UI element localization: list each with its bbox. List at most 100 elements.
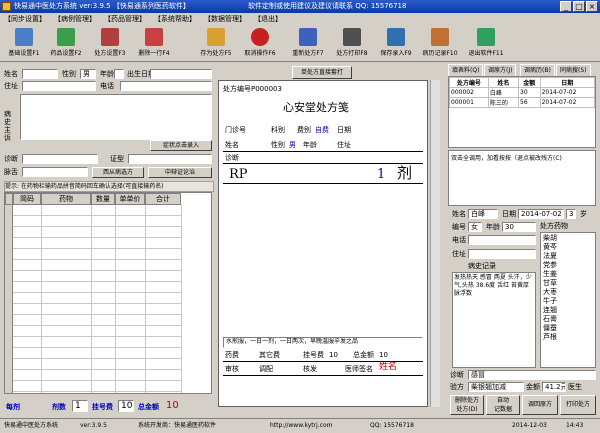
status-version: ver:3.9.5 — [80, 422, 107, 429]
print-rx-button[interactable]: 打印处方 — [560, 395, 596, 415]
right-phone-label: 电话 — [452, 236, 466, 244]
title-bar: 快易通中医处方系统 ver:3.9.5 【快易通系列医药软件】 软件定制或使用建… — [0, 0, 600, 13]
sex-select[interactable]: 男 — [80, 69, 96, 79]
tcm-diagnosis-button[interactable]: 中辩证论治 — [148, 167, 212, 178]
print-prescription-button[interactable]: 处方打印F8 — [332, 28, 372, 60]
delete-row-button[interactable]: 删除一行F4 — [134, 28, 174, 60]
right-age-unit: 岁 — [580, 210, 587, 218]
tab-cases[interactable]: 调病历(B) — [520, 64, 555, 76]
prescription-settings-button[interactable]: 处方设置F3 — [90, 28, 130, 60]
western-select-button[interactable]: 西从病选方 — [92, 167, 144, 178]
delete-prescription-button[interactable]: 删除处方 处方(D) — [450, 395, 484, 415]
grid-col-drug: 药物 — [41, 193, 91, 205]
address-input[interactable] — [22, 81, 96, 91]
right-phone-input[interactable] — [468, 235, 536, 245]
status-url[interactable]: http://www.kytrj.com — [270, 419, 332, 433]
birth-input[interactable] — [150, 69, 212, 79]
minimize-button[interactable]: _ — [560, 1, 572, 12]
reg-fee-input[interactable]: 10 — [118, 400, 134, 412]
app-icon — [2, 2, 11, 11]
rx-diagnosis: 诊断 — [225, 154, 239, 162]
grid-divider — [91, 205, 92, 393]
new-prescription-button[interactable]: 重新处方F7 — [288, 28, 328, 60]
direct-print-button[interactable]: 单处方直接套打 — [292, 66, 352, 79]
menu-cases[interactable]: 【病例管理】 — [54, 13, 96, 25]
age-input[interactable] — [114, 69, 124, 79]
grid-divider — [181, 205, 182, 393]
drug-grid[interactable]: 简码 药物 数量 单单价 合计 — [4, 192, 212, 394]
right-age-input2[interactable]: 30 — [502, 222, 536, 232]
rx-fee-type-value: 自费 — [315, 126, 329, 134]
hint-text: 提示: 在药物栏输药品拼音简码回车确认选择(可直接输药名) — [4, 181, 214, 192]
save-prescription-button[interactable]: 存为处方F5 — [196, 28, 236, 60]
herb-item: 大枣 — [543, 288, 557, 296]
name-label: 姓名 — [4, 70, 18, 78]
maximize-button[interactable]: □ — [573, 1, 585, 12]
exit-button[interactable]: 退出软件F11 — [466, 28, 506, 60]
callback-original-button[interactable]: 调回原方 — [522, 395, 558, 415]
right-age-input[interactable]: 3 — [566, 209, 576, 219]
col-amount: 金额 — [518, 77, 541, 88]
rx-reg-fee-value: 10 — [329, 351, 338, 359]
menu-exit[interactable]: 【退出】 — [254, 13, 282, 25]
menu-drugs[interactable]: 【药品管理】 — [104, 13, 146, 25]
grid-corner — [5, 193, 13, 205]
name-input[interactable] — [22, 69, 58, 79]
basic-settings-button[interactable]: 基础设置F1 — [4, 28, 44, 60]
rx-symbol: RP — [229, 167, 248, 182]
grid-rows[interactable] — [13, 205, 181, 393]
edit-icon — [299, 28, 317, 46]
phone-input[interactable] — [120, 81, 212, 91]
right-usage-label: 验方 — [450, 383, 464, 391]
table-row[interactable]: 000001 陈三的 56 2014-07-02 — [449, 97, 596, 108]
save-entry-button[interactable]: 保存录入F9 — [376, 28, 416, 60]
table-row[interactable]: 000002 白峰 30 2014-07-02 — [449, 87, 596, 98]
tab-fill[interactable]: 填表料(Q) — [448, 64, 484, 76]
rx-dept: 科别 — [271, 126, 285, 134]
status-qq: QQ: 15576718 — [370, 422, 414, 429]
grid-divider — [115, 205, 116, 393]
herbs-label: 处方药物 — [540, 222, 568, 230]
tab-search[interactable]: 同病搜(S) — [556, 64, 591, 76]
menu-sync[interactable]: 【同步设置】 — [4, 13, 46, 25]
menu-data[interactable]: 【数据管理】 — [204, 13, 246, 25]
right-name-input[interactable]: 白峰 — [468, 209, 498, 219]
right-usage-input[interactable]: 柴银翘加减 — [468, 382, 524, 392]
history-label: 病史记录 — [468, 262, 496, 270]
right-gender-input[interactable]: 女 — [468, 222, 482, 232]
rx-clinic-no: 门诊号 — [225, 126, 246, 134]
diagnosis-input[interactable] — [22, 154, 98, 164]
cancel-operation-button[interactable]: 取消操作F6 — [240, 28, 280, 60]
tab-original[interactable]: 调原方(J) — [484, 64, 517, 76]
syndrome-input[interactable] — [128, 154, 212, 164]
auto-record-button[interactable]: 自动 记数据 — [486, 395, 520, 415]
menu-help[interactable]: 【系统帮助】 — [154, 13, 196, 25]
close-button[interactable]: × — [586, 1, 598, 12]
drug-settings-button[interactable]: 药品设置F2 — [46, 28, 86, 60]
right-address-input[interactable] — [468, 249, 536, 259]
menu-bar: 【同步设置】 【病例管理】 【药品管理】 【系统帮助】 【数据管理】 【退出】 — [0, 13, 600, 25]
right-diag-input[interactable]: 感冒 — [468, 370, 596, 380]
right-age-label: 年龄 — [486, 223, 500, 231]
total-label: 总金额 — [138, 403, 159, 411]
right-diag-label: 诊断 — [450, 371, 464, 379]
rx-address: 住址 — [337, 141, 351, 149]
herb-item: 连翘 — [543, 306, 557, 314]
history-table[interactable]: 处方编号 姓名 金额 日期 000002 白峰 30 2014-07-02 00… — [448, 76, 596, 148]
doses-input[interactable]: 1 — [72, 400, 88, 412]
usage-select[interactable]: 水煎服，一日一剂，一日两次，早晚温服辛发之品 — [223, 337, 423, 348]
age-label: 年龄 — [100, 70, 114, 78]
herbs-list[interactable]: 柴胡 黄芩 法夏 党参 生姜 甘草 大枣 牛子 连翘 石膏 僵蚕 芦根 — [540, 232, 596, 368]
history-record[interactable]: 发热热天 感冒 两夏 头汗，少气,头热 38.6度 舌红 苔黄厚 脉浮数 — [452, 272, 536, 368]
right-date-input[interactable]: 2014-07-02 — [518, 209, 564, 219]
rx-dose-number: 1 — [377, 167, 386, 182]
complaint-textarea[interactable] — [20, 94, 212, 140]
pulse-input[interactable] — [22, 167, 88, 177]
status-app-name: 快易通中医处方系统 — [4, 422, 59, 429]
paper-scrollbar[interactable] — [430, 80, 440, 407]
right-amount-input[interactable]: 41.2元 — [542, 382, 566, 392]
case-record-button[interactable]: 病历记录F10 — [420, 28, 460, 60]
symptom-entry-button[interactable]: 症状点击录入 — [150, 140, 212, 151]
printer-icon — [343, 28, 361, 46]
rx-sex-value: 男 — [289, 141, 296, 149]
